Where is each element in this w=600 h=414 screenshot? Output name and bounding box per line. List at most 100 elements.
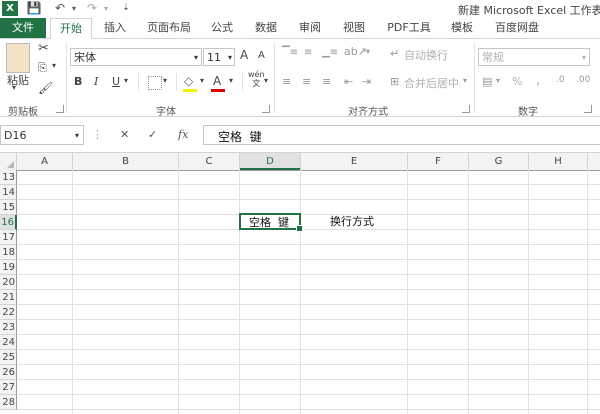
redo-dropdown-icon[interactable]: ▾: [98, 1, 114, 16]
row-header-23[interactable]: 23: [0, 320, 17, 335]
accounting-format-icon[interactable]: ▤: [482, 75, 492, 88]
column-header-d[interactable]: D: [240, 153, 301, 170]
number-format-combo[interactable]: 常规 ▾: [478, 48, 590, 66]
font-color-dropdown-icon[interactable]: ▾: [229, 76, 233, 85]
cell-e16-text[interactable]: 换行方式: [330, 214, 374, 229]
wrap-text-icon[interactable]: ↵: [390, 47, 399, 60]
font-size-dropdown-icon[interactable]: ▾: [228, 49, 232, 67]
underline-dropdown-icon[interactable]: ▾: [124, 76, 128, 85]
row-header-22[interactable]: 22: [0, 305, 17, 320]
row-header-25[interactable]: 25: [0, 350, 17, 365]
tab-file[interactable]: 文件: [0, 18, 46, 38]
align-left-icon[interactable]: ≡: [282, 75, 291, 88]
fill-color-icon[interactable]: ◇: [184, 74, 193, 88]
comma-style-button[interactable]: ,: [536, 73, 540, 88]
shrink-font-button[interactable]: A: [258, 50, 265, 61]
row-header-19[interactable]: 19: [0, 260, 17, 275]
column-header-h[interactable]: H: [529, 153, 588, 170]
grow-font-button[interactable]: A: [240, 48, 248, 62]
align-center-icon[interactable]: ≡: [302, 75, 311, 88]
tab-data[interactable]: 数据: [252, 18, 280, 38]
tab-formulas[interactable]: 公式: [208, 18, 236, 38]
customize-toolbar-icon[interactable]: ⇣: [118, 1, 134, 16]
increase-decimal-icon[interactable]: .0: [556, 75, 565, 85]
tab-review[interactable]: 审阅: [296, 18, 324, 38]
tab-pdf-tools[interactable]: PDF工具: [384, 18, 434, 38]
enter-entry-icon[interactable]: ✓: [148, 128, 157, 141]
percent-style-button[interactable]: %: [512, 75, 522, 88]
fill-color-dropdown-icon[interactable]: ▾: [200, 76, 204, 85]
merge-center-button[interactable]: 合并后居中: [404, 75, 459, 91]
row-header-21[interactable]: 21: [0, 290, 17, 305]
row-header-13[interactable]: 13: [0, 170, 17, 185]
orientation-dropdown-icon[interactable]: ▾: [366, 47, 370, 56]
tab-page-layout[interactable]: 页面布局: [144, 18, 194, 38]
align-right-icon[interactable]: ≡: [322, 75, 331, 88]
column-header-b[interactable]: B: [73, 153, 179, 170]
number-launcher-icon[interactable]: [584, 105, 592, 113]
row-header-14[interactable]: 14: [0, 185, 17, 200]
font-color-button[interactable]: A: [213, 74, 221, 88]
column-header-c[interactable]: C: [179, 153, 240, 170]
name-box[interactable]: D16 ▾: [0, 125, 84, 145]
row-header-18[interactable]: 18: [0, 245, 17, 260]
fill-handle[interactable]: [296, 225, 303, 232]
cut-icon[interactable]: ✂: [38, 41, 49, 56]
undo-dropdown-icon[interactable]: ▾: [66, 1, 82, 16]
format-painter-icon[interactable]: 🖌: [38, 81, 53, 95]
phonetic-button[interactable]: wén 文: [248, 70, 265, 88]
wrap-text-button[interactable]: 自动换行: [404, 47, 448, 63]
phonetic-dropdown-icon[interactable]: ▾: [264, 76, 268, 85]
decrease-decimal-icon[interactable]: .00: [576, 75, 590, 85]
row-header-27[interactable]: 27: [0, 380, 17, 395]
increase-indent-icon[interactable]: ⇥: [362, 75, 371, 88]
italic-button[interactable]: I: [94, 75, 98, 88]
column-header-f[interactable]: F: [408, 153, 469, 170]
orientation-icon[interactable]: ab↗: [344, 45, 367, 58]
align-bottom-icon[interactable]: ▁≡: [322, 47, 338, 58]
tab-baidu-netdisk[interactable]: 百度网盘: [492, 18, 542, 38]
tab-insert[interactable]: 插入: [100, 18, 130, 38]
active-cell-d16[interactable]: 空格 键: [239, 213, 303, 232]
decrease-indent-icon[interactable]: ⇤: [344, 75, 353, 88]
paste-icon[interactable]: [6, 43, 30, 73]
tab-view[interactable]: 视图: [340, 18, 368, 38]
borders-dropdown-icon[interactable]: ▾: [163, 76, 167, 85]
insert-function-icon[interactable]: fx: [178, 128, 188, 141]
font-size-combo[interactable]: 11 ▾: [203, 48, 235, 66]
align-top-icon[interactable]: ▔≡: [282, 47, 298, 58]
copy-icon[interactable]: ⎘: [38, 61, 47, 75]
row-header-20[interactable]: 20: [0, 275, 17, 290]
accounting-dropdown-icon[interactable]: ▾: [496, 76, 500, 85]
column-header-partial[interactable]: [588, 153, 600, 170]
name-box-dropdown-icon[interactable]: ▾: [75, 126, 79, 146]
clipboard-launcher-icon[interactable]: [56, 105, 64, 113]
row-header-16[interactable]: 16: [0, 215, 17, 230]
paste-label[interactable]: 粘贴: [4, 72, 32, 88]
select-all-button[interactable]: [0, 153, 17, 170]
row-header-26[interactable]: 26: [0, 365, 17, 380]
alignment-launcher-icon[interactable]: [462, 105, 470, 113]
number-format-dropdown-icon[interactable]: ▾: [582, 49, 586, 67]
row-header-28[interactable]: 28: [0, 395, 17, 410]
cancel-entry-icon[interactable]: ✕: [120, 128, 129, 141]
column-header-e[interactable]: E: [301, 153, 408, 170]
row-header-17[interactable]: 17: [0, 230, 17, 245]
row-header-24[interactable]: 24: [0, 335, 17, 350]
column-header-a[interactable]: A: [17, 153, 73, 170]
font-launcher-icon[interactable]: [262, 105, 270, 113]
tab-home[interactable]: 开始: [50, 18, 92, 40]
paste-dropdown-icon[interactable]: ▾: [12, 83, 16, 92]
borders-icon[interactable]: [148, 76, 162, 90]
tab-templates[interactable]: 模板: [448, 18, 476, 38]
font-name-dropdown-icon[interactable]: ▾: [194, 49, 198, 67]
underline-button[interactable]: U: [112, 75, 120, 88]
merge-dropdown-icon[interactable]: ▾: [463, 76, 467, 85]
merge-center-icon[interactable]: ⊞: [390, 75, 399, 88]
column-header-g[interactable]: G: [469, 153, 529, 170]
align-middle-icon[interactable]: ≡: [304, 47, 312, 58]
formula-input[interactable]: 空格 键: [203, 125, 600, 145]
font-name-combo[interactable]: 宋体 ▾: [70, 48, 202, 66]
copy-dropdown-icon[interactable]: ▾: [52, 61, 56, 70]
bold-button[interactable]: B: [74, 75, 82, 88]
